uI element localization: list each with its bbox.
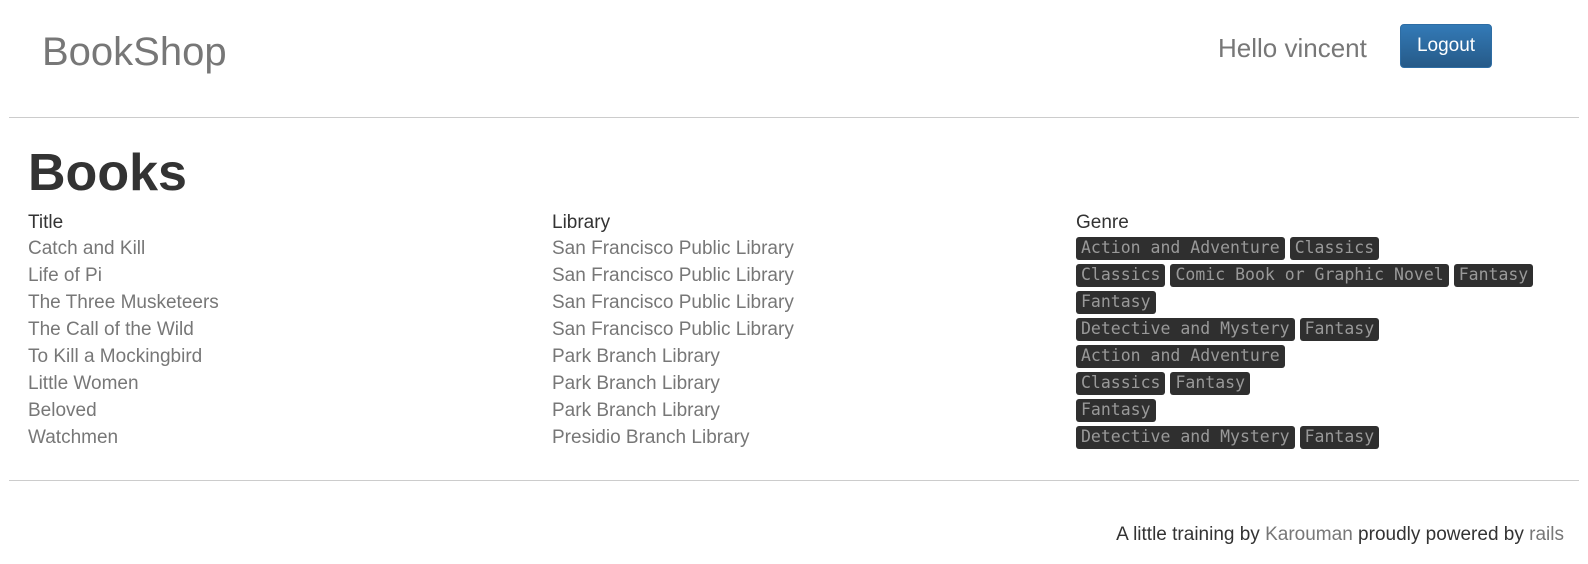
book-title[interactable]: The Call of the Wild — [28, 317, 194, 343]
table-row: The Three Musketeers San Francisco Public… — [28, 290, 1588, 317]
book-title[interactable]: Life of Pi — [28, 263, 102, 289]
book-title[interactable]: Beloved — [28, 398, 97, 424]
book-library: Park Branch Library — [552, 400, 720, 421]
table-body: Catch and Kill San Francisco Public Libra… — [28, 236, 1588, 452]
books-table: Title Library Genre Catch and Kill San Fr… — [28, 210, 1588, 452]
book-genres: Classics Comic Book or Graphic Novel Fanta… — [1076, 263, 1538, 289]
genre-tag: Detective and Mystery — [1076, 318, 1295, 341]
book-genres: Detective and Mystery Fantasy — [1076, 425, 1384, 451]
logout-button[interactable]: Logout — [1400, 24, 1492, 68]
brand-logo-link[interactable]: BookShop — [42, 28, 227, 76]
footer-prefix-text: A little training by — [1116, 524, 1266, 545]
genre-tag: Action and Adventure — [1076, 237, 1285, 260]
book-library: Park Branch Library — [552, 373, 720, 394]
book-genres: Fantasy — [1076, 398, 1161, 424]
genre-tag: Classics — [1076, 372, 1166, 395]
book-genres: Action and Adventure — [1076, 344, 1290, 370]
table-row: Catch and Kill San Francisco Public Libra… — [28, 236, 1588, 263]
book-library: Park Branch Library — [552, 346, 720, 367]
book-library: San Francisco Public Library — [552, 292, 794, 313]
page-title: Books — [28, 144, 187, 202]
book-title[interactable]: Watchmen — [28, 425, 118, 451]
footer-middle-text: proudly powered by — [1352, 524, 1530, 545]
genre-tag: Fantasy — [1076, 291, 1156, 314]
column-header-genre: Genre — [1076, 212, 1129, 233]
book-genres: Action and Adventure Classics — [1076, 236, 1384, 262]
column-header-title: Title — [28, 212, 64, 233]
table-row: The Call of the Wild San Francisco Public… — [28, 317, 1588, 344]
footer-divider — [9, 480, 1579, 481]
book-genres: Fantasy — [1076, 290, 1161, 316]
genre-tag: Fantasy — [1076, 399, 1156, 422]
header-divider — [9, 117, 1579, 118]
genre-tag: Fantasy — [1299, 318, 1380, 341]
genre-tag: Fantasy — [1453, 264, 1534, 287]
book-title[interactable]: Catch and Kill — [28, 236, 145, 262]
genre-tag: Classics — [1289, 237, 1380, 260]
genre-tag: Comic Book or Graphic Novel — [1170, 264, 1449, 287]
table-row: Beloved Park Branch Library Fantasy — [28, 398, 1588, 425]
genre-tag: Detective and Mystery — [1076, 426, 1295, 449]
author-link[interactable]: Karouman — [1265, 524, 1353, 545]
genre-tag: Fantasy — [1170, 372, 1251, 395]
footer: A little training by Karouman proudly po… — [1116, 522, 1564, 548]
table-row: Little Women Park Branch Library Classics F… — [28, 371, 1588, 398]
book-genres: Classics Fantasy — [1076, 371, 1255, 397]
book-genres: Detective and Mystery Fantasy — [1076, 317, 1384, 343]
navbar: BookShop Hello vincent Logout — [0, 0, 1588, 118]
book-library: San Francisco Public Library — [552, 238, 794, 259]
rails-link[interactable]: rails — [1529, 524, 1564, 545]
table-header-row: Title Library Genre — [28, 210, 1588, 236]
column-header-library: Library — [552, 212, 611, 233]
book-library: Presidio Branch Library — [552, 427, 750, 448]
book-library: San Francisco Public Library — [552, 319, 794, 340]
book-title[interactable]: To Kill a Mockingbird — [28, 344, 202, 370]
book-title[interactable]: The Three Musketeers — [28, 290, 219, 316]
genre-tag: Classics — [1076, 264, 1166, 287]
table-row: To Kill a Mockingbird Park Branch Library… — [28, 344, 1588, 371]
genre-tag: Action and Adventure — [1076, 345, 1285, 368]
table-row: Life of Pi San Francisco Public Library Cl… — [28, 263, 1588, 290]
genre-tag: Fantasy — [1299, 426, 1380, 449]
book-library: San Francisco Public Library — [552, 265, 794, 286]
book-title[interactable]: Little Women — [28, 371, 139, 397]
table-row: Watchmen Presidio Branch Library Detective… — [28, 425, 1588, 452]
user-greeting: Hello vincent — [1218, 33, 1367, 63]
